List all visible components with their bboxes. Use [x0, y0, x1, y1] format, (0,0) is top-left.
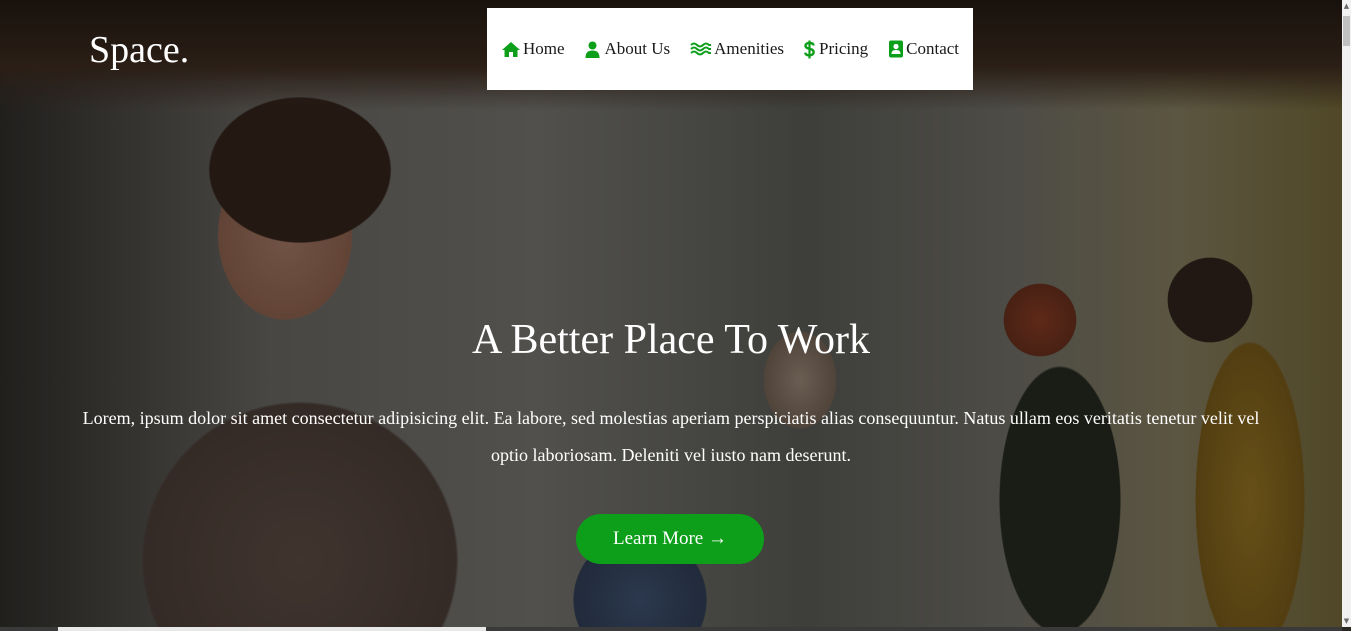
main-nav: Home About Us Amenities Pricing Contact	[487, 8, 973, 90]
scroll-down-arrow-icon[interactable]: ▼	[1342, 615, 1351, 627]
home-icon	[501, 41, 521, 58]
nav-item-label: Pricing	[819, 39, 869, 58]
bottom-section-edge-light	[58, 627, 486, 631]
nav-item-label: Amenities	[714, 39, 785, 58]
nav-item-label: Contact	[906, 39, 960, 58]
site-logo[interactable]: Space.	[89, 28, 189, 72]
nav-item-about-us[interactable]: About Us	[585, 39, 671, 59]
user-icon	[585, 41, 600, 58]
water-icon	[690, 42, 712, 56]
nav-item-amenities[interactable]: Amenities	[690, 39, 784, 59]
nav-item-label: Home	[522, 39, 565, 58]
nav-item-pricing[interactable]: Pricing	[804, 39, 868, 59]
page-viewport: Space. Home About Us Amenities Pricing C…	[0, 0, 1351, 631]
nav-item-home[interactable]: Home	[501, 39, 565, 59]
scrollbar-thumb[interactable]	[1343, 16, 1350, 46]
nav-item-label: About Us	[604, 39, 671, 58]
hero-description: Lorem, ipsum dolor sit amet consectetur …	[82, 408, 1260, 465]
nav-item-contact[interactable]: Contact	[888, 39, 959, 59]
dollar-icon	[804, 40, 815, 59]
contact-card-icon	[888, 40, 904, 58]
vertical-scrollbar[interactable]: ▲ ▼	[1342, 0, 1351, 627]
scroll-up-arrow-icon[interactable]: ▲	[1342, 0, 1351, 12]
hero-title: A Better Place To Work	[471, 317, 871, 363]
learn-more-button[interactable]: Learn More →	[576, 514, 764, 564]
